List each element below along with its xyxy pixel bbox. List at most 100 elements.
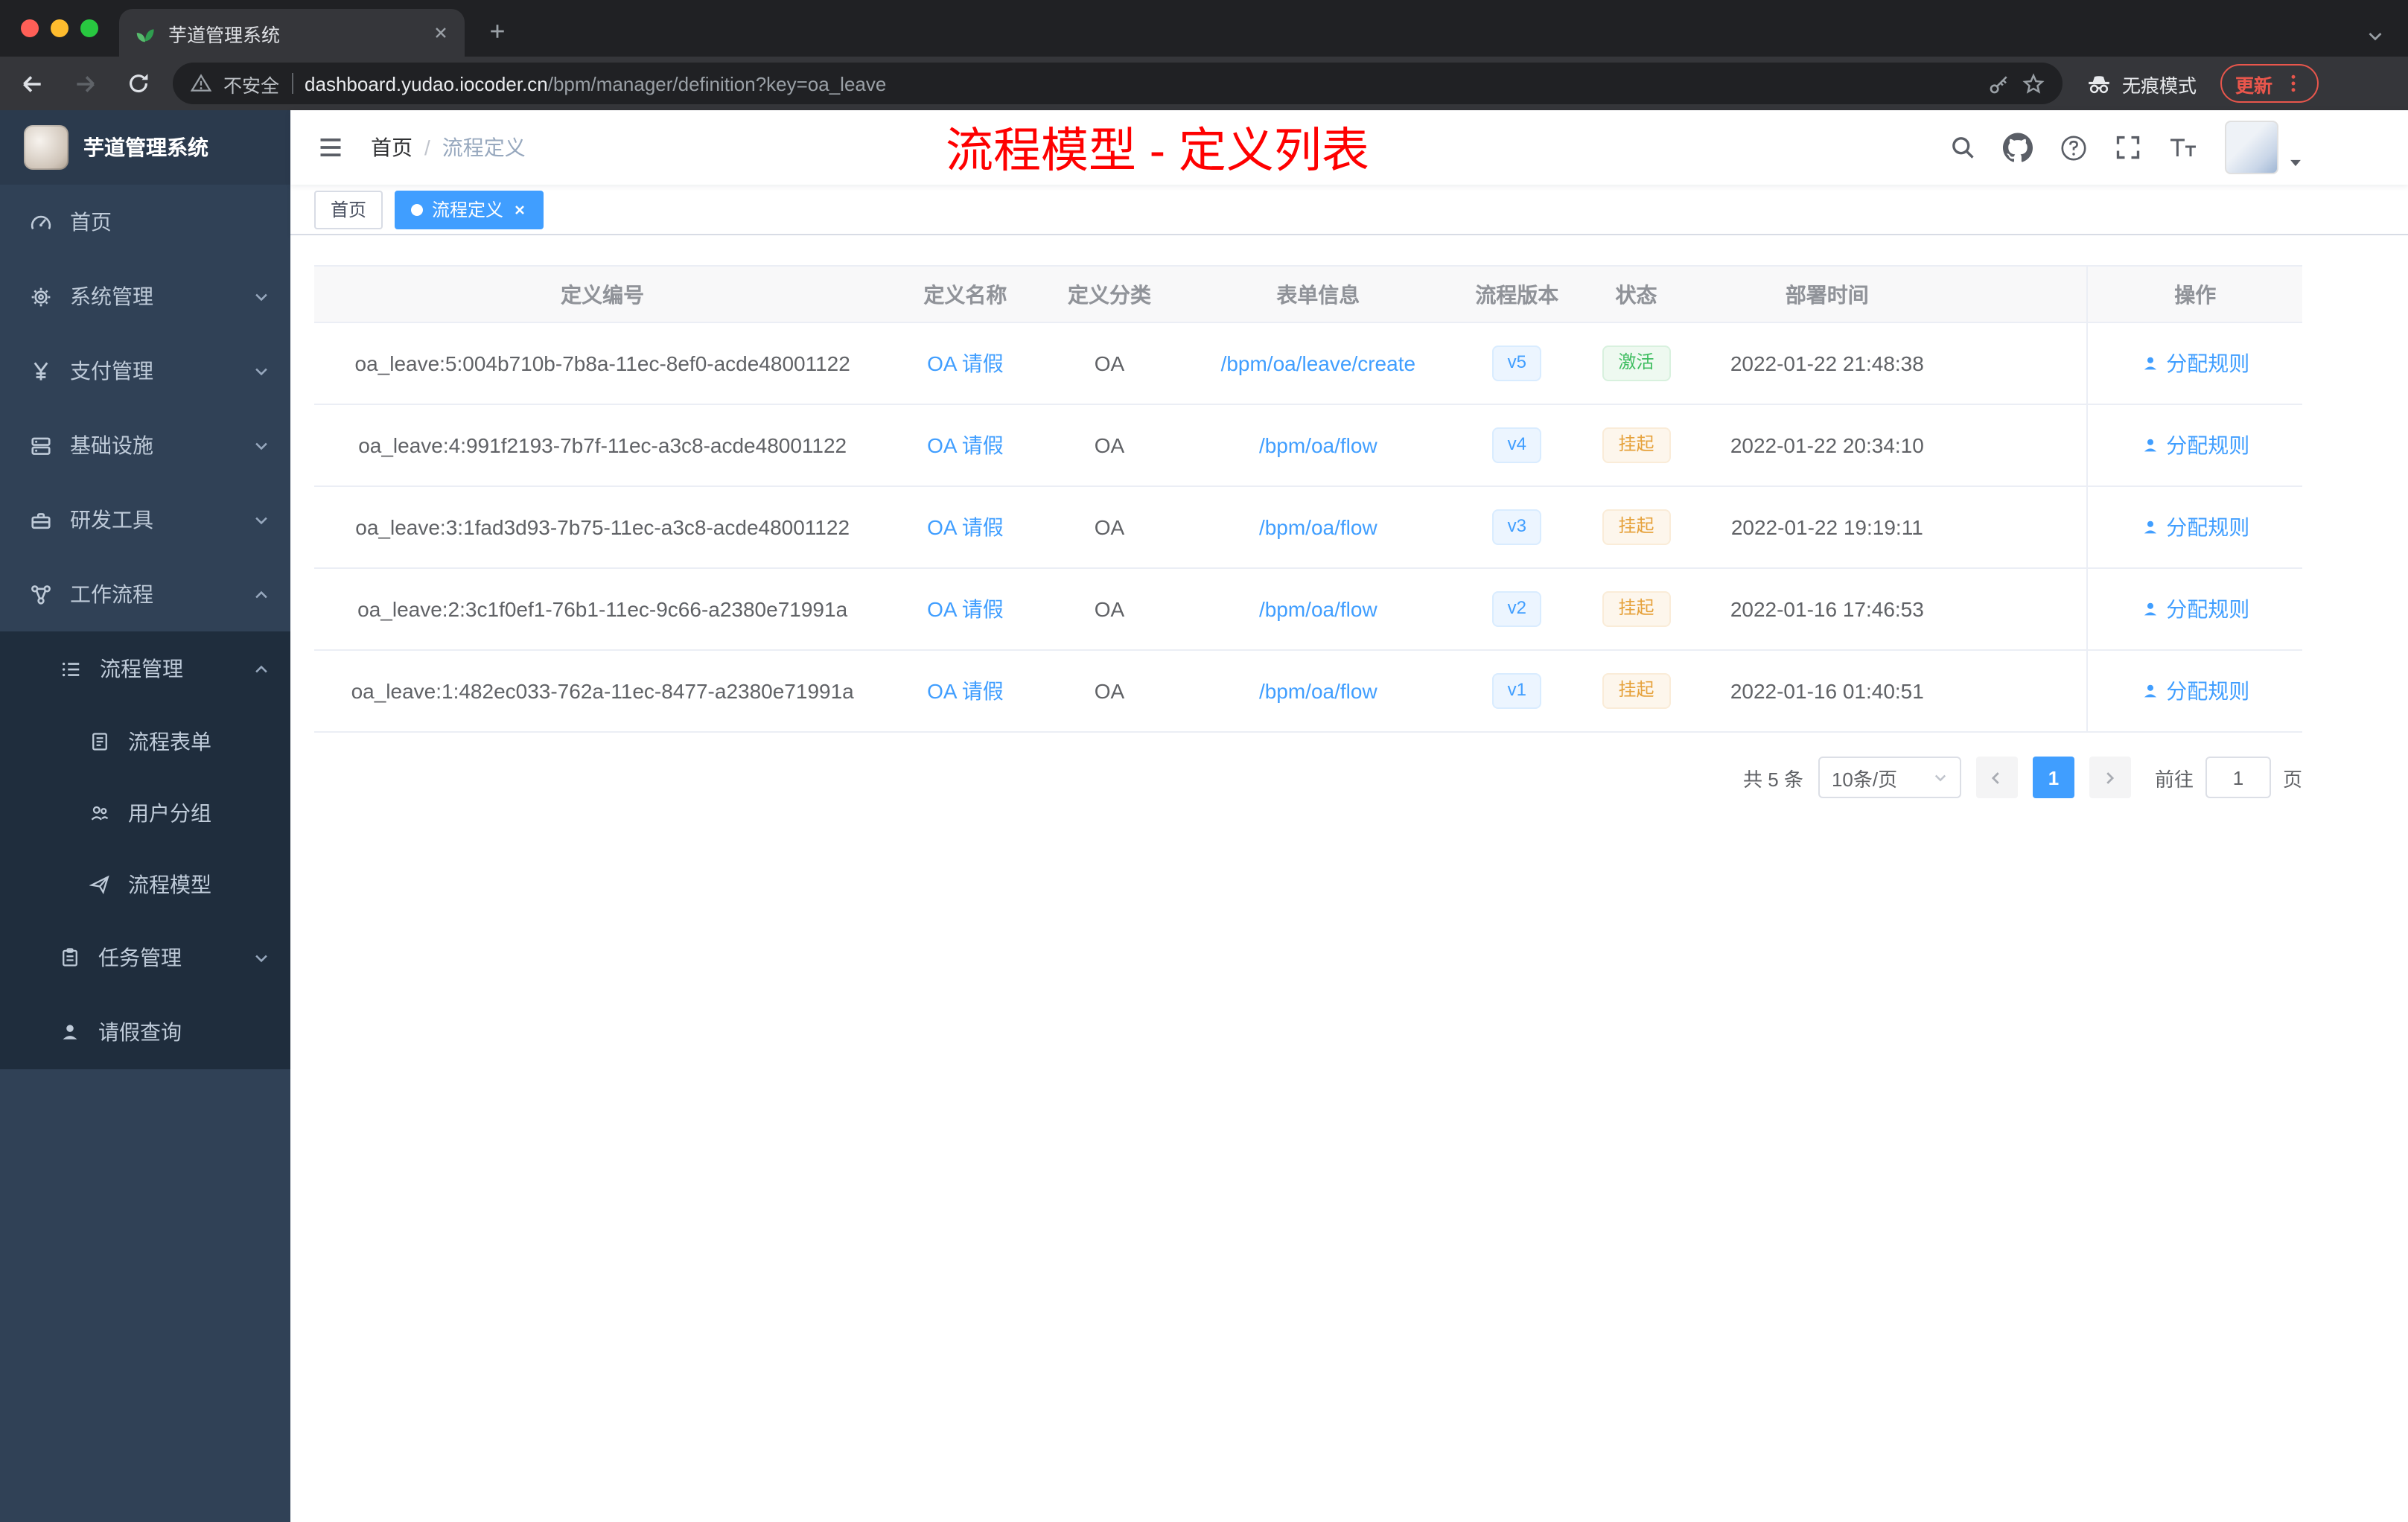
definition-name-link[interactable]: OA 请假 [927, 679, 1004, 703]
sidebar-item-task-manage[interactable]: 任务管理 [0, 920, 290, 995]
assign-rule-label: 分配规则 [2166, 597, 2250, 621]
tag-process-definition[interactable]: 流程定义 [395, 190, 544, 229]
page-number-button[interactable]: 1 [2032, 757, 2074, 798]
breadcrumb-home[interactable]: 首页 [371, 133, 413, 162]
sidebar-item-label: 流程管理 [100, 657, 183, 681]
col-filler [1958, 265, 2088, 323]
form-link[interactable]: /bpm/oa/flow [1259, 515, 1377, 539]
table-row: oa_leave:4:991f2193-7b7f-11ec-a3c8-acde4… [314, 404, 2302, 487]
browser-update-button[interactable]: 更新 [2220, 64, 2319, 103]
fullscreen-icon[interactable] [2115, 134, 2141, 161]
table-row: oa_leave:5:004b710b-7b8a-11ec-8ef0-acde4… [314, 322, 2302, 405]
sidebar-item-system[interactable]: 系统管理 [0, 259, 290, 334]
sidebar-item-workflow[interactable]: 工作流程 [0, 557, 290, 631]
goto-page-input[interactable] [2205, 757, 2271, 798]
sidebar-item-process-model[interactable]: 流程模型 [0, 849, 290, 920]
tag-close-icon[interactable] [512, 202, 527, 217]
sidebar-item-payment[interactable]: 支付管理 [0, 334, 290, 408]
prev-page-button[interactable] [1975, 757, 2018, 798]
font-size-icon[interactable] [2168, 134, 2198, 161]
definition-name-link[interactable]: OA 请假 [927, 351, 1004, 375]
definitions-table: 定义编号 定义名称 定义分类 表单信息 流程版本 状态 部署时间 操作 oa_l… [314, 265, 2302, 733]
key-icon[interactable] [1988, 72, 2010, 95]
col-definition-category: 定义分类 [1039, 265, 1179, 323]
dashboard-icon [30, 211, 52, 233]
tag-home[interactable]: 首页 [314, 190, 383, 229]
assign-rule-link[interactable]: 分配规则 [2141, 512, 2249, 542]
form-link[interactable]: /bpm/oa/flow [1259, 433, 1377, 457]
sidebar-item-devtools[interactable]: 研发工具 [0, 483, 290, 557]
sidebar-item-label: 系统管理 [70, 284, 153, 308]
incognito-badge: 无痕模式 [2077, 69, 2205, 98]
definition-name-link[interactable]: OA 请假 [927, 597, 1004, 621]
user-menu[interactable] [2225, 121, 2304, 174]
new-tab-button[interactable] [477, 10, 518, 52]
page-size-select[interactable]: 10条/页 [1818, 757, 1961, 798]
browser-tab-strip: 芋道管理系统 [0, 0, 2408, 57]
form-link[interactable]: /bpm/oa/flow [1259, 679, 1377, 703]
tab-search-chevron-icon[interactable] [2366, 27, 2408, 57]
assign-rule-link[interactable]: 分配规则 [2141, 594, 2249, 624]
definition-name-link[interactable]: OA 请假 [927, 515, 1004, 539]
assign-rule-link[interactable]: 分配规则 [2141, 348, 2249, 378]
definition-category: OA [1039, 322, 1179, 405]
active-dot [411, 203, 424, 215]
zoom-window-button[interactable] [80, 19, 98, 37]
sidebar-item-infrastructure[interactable]: 基础设施 [0, 408, 290, 483]
form-link[interactable]: /bpm/oa/leave/create [1221, 351, 1416, 375]
kebab-menu-icon[interactable] [2283, 73, 2304, 94]
sidebar-item-process-form[interactable]: 流程表单 [0, 706, 290, 777]
sidebar-item-user-group[interactable]: 用户分组 [0, 777, 290, 849]
incognito-icon [2086, 71, 2112, 96]
total-count: 共 5 条 [1743, 768, 1803, 790]
deploy-time: 2022-01-22 21:48:38 [1695, 322, 1959, 405]
form-link[interactable]: /bpm/oa/flow [1259, 597, 1377, 621]
minimize-window-button[interactable] [51, 19, 69, 37]
chevron-up-icon [253, 660, 270, 677]
tab-close-icon[interactable] [432, 24, 450, 42]
sidebar-item-label: 研发工具 [70, 508, 153, 532]
security-label[interactable]: 不安全 [223, 69, 279, 98]
assign-rule-link[interactable]: 分配规则 [2141, 676, 2249, 706]
bookmark-star-icon[interactable] [2022, 72, 2045, 95]
assign-rule-link[interactable]: 分配规则 [2141, 430, 2249, 460]
filler-cell [1958, 404, 2088, 487]
chevron-down-icon [1933, 770, 1948, 785]
logo-avatar [24, 125, 69, 170]
chevron-up-icon [253, 586, 270, 602]
help-icon[interactable] [2060, 133, 2088, 162]
assign-rule-label: 分配规则 [2166, 433, 2250, 457]
sidebar-item-home[interactable]: 首页 [0, 185, 290, 259]
url-host: dashboard.yudao.iocoder.cn [305, 72, 548, 95]
col-deploy-time: 部署时间 [1695, 265, 1959, 323]
user-icon [2141, 600, 2159, 618]
workflow-icon [30, 583, 52, 605]
browser-tab[interactable]: 芋道管理系统 [119, 9, 465, 57]
tag-label: 流程定义 [432, 200, 504, 220]
reload-icon[interactable] [119, 64, 158, 103]
sidebar-item-process-manage[interactable]: 流程管理 [0, 631, 290, 706]
close-window-button[interactable] [21, 19, 39, 37]
col-status: 状态 [1576, 265, 1696, 323]
assign-rule-label: 分配规则 [2166, 351, 2250, 375]
avatar[interactable] [2225, 121, 2278, 174]
next-page-button[interactable] [2089, 757, 2131, 798]
tab-title: 芋道管理系统 [168, 25, 281, 45]
hamburger-icon[interactable] [311, 128, 350, 167]
version-badge: v1 [1492, 673, 1541, 709]
back-icon[interactable] [12, 64, 51, 103]
table-row: oa_leave:1:482ec033-762a-11ec-8477-a2380… [314, 650, 2302, 733]
filler-cell [1958, 568, 2088, 651]
sidebar-item-leave-query[interactable]: 请假查询 [0, 995, 290, 1069]
yen-icon [30, 360, 52, 382]
address-bar[interactable]: 不安全 dashboard.yudao.iocoder.cn/bpm/manag… [173, 63, 2063, 104]
sidebar-logo[interactable]: 芋道管理系统 [0, 110, 290, 185]
github-icon[interactable] [2003, 133, 2033, 162]
search-icon[interactable] [1949, 134, 1976, 161]
app-header: 首页 / 流程定义 流程模型 - 定义列表 [290, 110, 2408, 185]
definition-name-link[interactable]: OA 请假 [927, 433, 1004, 457]
divider [291, 73, 293, 94]
forward-icon[interactable] [66, 64, 104, 103]
sidebar-item-label: 首页 [70, 210, 112, 234]
definition-id: oa_leave:5:004b710b-7b8a-11ec-8ef0-acde4… [314, 322, 891, 405]
